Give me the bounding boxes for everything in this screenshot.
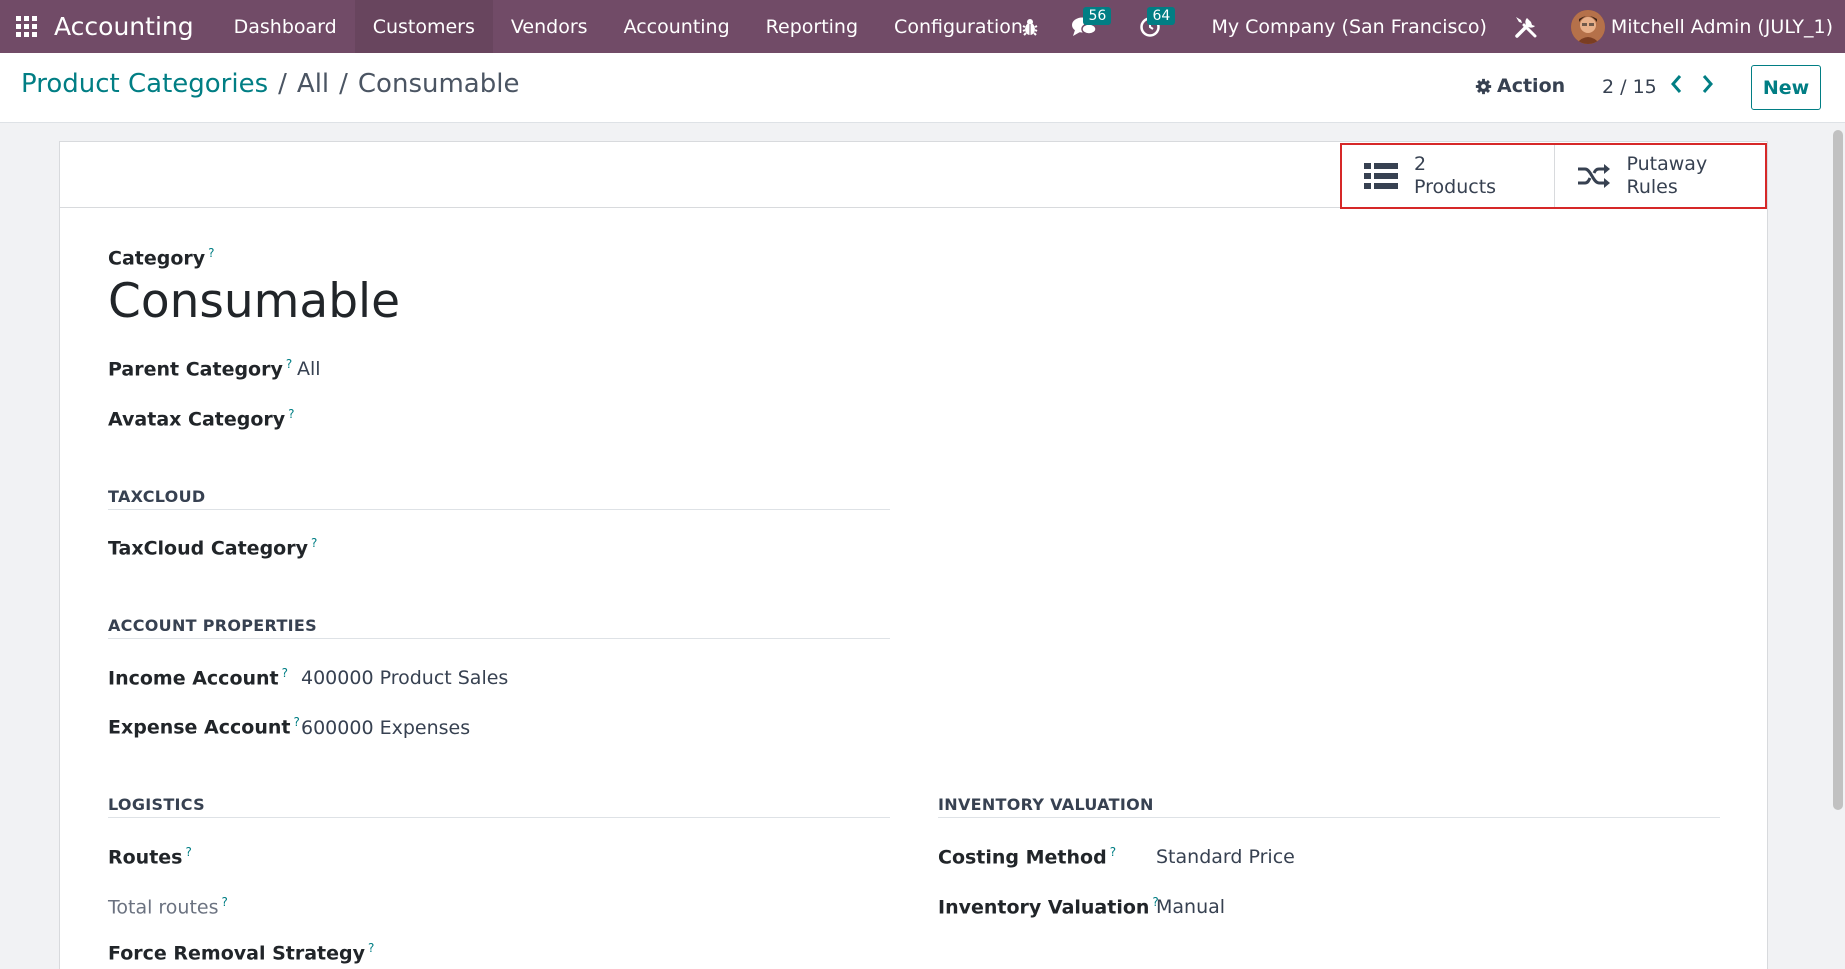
help-tooltip-icon[interactable]: ?: [208, 246, 214, 260]
taxcloud-category-label: TaxCloud Category?: [108, 536, 318, 560]
force-removal-strategy-label: Force Removal Strategy?: [108, 941, 375, 965]
top-navbar: Accounting Dashboard Customers Vendors A…: [0, 0, 1845, 53]
control-panel: Product Categories / All / Consumable Ac…: [0, 53, 1845, 123]
expense-account-field[interactable]: 600000 Expenses: [301, 717, 470, 739]
user-avatar[interactable]: [1570, 9, 1605, 44]
costing-method-label: Costing Method?: [938, 845, 1117, 869]
inventory-valuation-label: Inventory Valuation?: [938, 895, 1159, 919]
chevron-right-icon[interactable]: [1701, 73, 1715, 99]
breadcrumb-current: Consumable: [357, 69, 520, 99]
menu-dashboard[interactable]: Dashboard: [216, 0, 355, 53]
shuffle-random-icon: [1577, 164, 1610, 188]
apps-menu-icon[interactable]: [0, 0, 53, 53]
parent-category-label: Parent Category?: [108, 357, 293, 381]
help-tooltip-icon[interactable]: ?: [186, 845, 192, 859]
help-tooltip-icon[interactable]: ?: [293, 715, 299, 729]
breadcrumb: Product Categories / All / Consumable: [21, 69, 519, 99]
putaway-label-line1: Putaway: [1626, 153, 1708, 175]
section-divider: [938, 817, 1720, 818]
income-account-label: Income Account?: [108, 666, 289, 690]
chevron-left-icon[interactable]: [1669, 73, 1683, 99]
inventory-valuation-section-title: INVENTORY VALUATION: [938, 795, 1154, 814]
list-icon: [1364, 163, 1398, 189]
help-tooltip-icon[interactable]: ?: [222, 895, 228, 909]
products-smart-button[interactable]: 2 Products: [1342, 145, 1554, 207]
section-divider: [108, 638, 890, 639]
putaway-label-line2: Rules: [1626, 176, 1678, 198]
settings-tools-icon[interactable]: [1503, 0, 1549, 53]
new-button[interactable]: New: [1751, 65, 1821, 110]
help-tooltip-icon[interactable]: ?: [311, 536, 317, 550]
routes-label: Routes?: [108, 845, 192, 869]
parent-category-field[interactable]: All: [297, 358, 321, 380]
smart-buttons-highlight: 2 Products Putaway Rules: [1340, 143, 1767, 209]
breadcrumb-product-categories[interactable]: Product Categories: [21, 69, 268, 99]
breadcrumb-all: All: [296, 69, 330, 99]
messages-count-badge: 56: [1083, 7, 1112, 25]
expense-account-label: Expense Account?: [108, 715, 300, 739]
income-account-field[interactable]: 400000 Product Sales: [301, 667, 508, 689]
app-name[interactable]: Accounting: [53, 12, 216, 41]
breadcrumb-separator: /: [339, 69, 348, 99]
menu-reporting[interactable]: Reporting: [748, 0, 876, 53]
section-divider: [108, 817, 890, 818]
company-switcher[interactable]: My Company (San Francisco): [1183, 16, 1502, 38]
category-label: Category?: [108, 246, 215, 270]
activities-count-badge: 64: [1147, 7, 1176, 25]
menu-accounting[interactable]: Accounting: [606, 0, 748, 53]
avatax-category-label: Avatax Category?: [108, 407, 295, 431]
help-tooltip-icon[interactable]: ?: [288, 407, 294, 421]
account-properties-section-title: ACCOUNT PROPERTIES: [108, 616, 317, 635]
taxcloud-section-title: TAXCLOUD: [108, 487, 206, 506]
help-tooltip-icon[interactable]: ?: [282, 666, 288, 680]
menu-vendors[interactable]: Vendors: [493, 0, 606, 53]
messages-icon[interactable]: 56: [1051, 0, 1117, 53]
inventory-valuation-field[interactable]: Manual: [1156, 896, 1225, 918]
menu-customers[interactable]: Customers: [354, 0, 493, 53]
help-tooltip-icon[interactable]: ?: [286, 357, 292, 371]
page-scrollbar[interactable]: [1833, 130, 1843, 810]
pager-value[interactable]: 2 / 15: [1602, 76, 1657, 98]
total-routes-label: Total routes?: [108, 895, 228, 919]
user-menu[interactable]: Mitchell Admin (JULY_1): [1611, 16, 1845, 38]
smart-button-box: 2 Products Putaway Rules: [60, 142, 1767, 209]
gear-icon: [1475, 78, 1492, 94]
products-count: 2: [1414, 153, 1427, 175]
help-tooltip-icon[interactable]: ?: [368, 941, 374, 955]
costing-method-field[interactable]: Standard Price: [1156, 846, 1295, 868]
logistics-section-title: LOGISTICS: [108, 795, 205, 814]
action-button[interactable]: Action: [1475, 75, 1565, 97]
putaway-rules-smart-button[interactable]: Putaway Rules: [1553, 145, 1766, 207]
help-tooltip-icon[interactable]: ?: [1110, 845, 1116, 859]
category-name[interactable]: Consumable: [108, 274, 400, 329]
activities-clock-icon[interactable]: 64: [1117, 0, 1183, 53]
debug-bug-icon[interactable]: [1009, 0, 1051, 53]
breadcrumb-separator: /: [278, 69, 287, 99]
section-divider: [108, 509, 890, 510]
products-label: Products: [1414, 176, 1497, 198]
form-sheet: 2 Products Putaway Rules Category? Consu…: [59, 141, 1768, 969]
action-label: Action: [1497, 75, 1566, 97]
